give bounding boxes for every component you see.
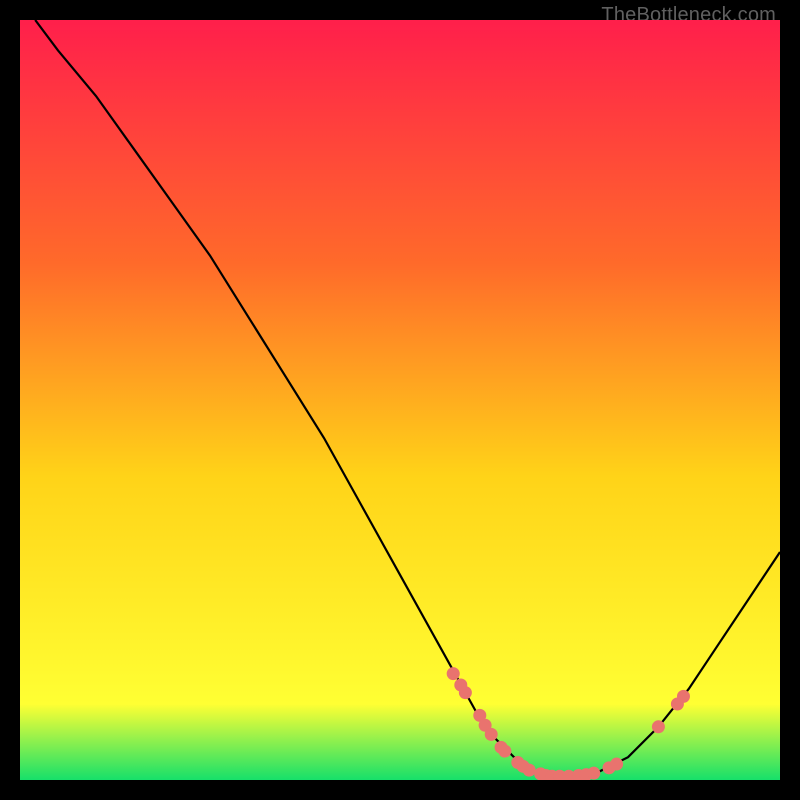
gradient-background [20,20,780,780]
data-dot [587,767,600,780]
data-dot [498,745,511,758]
data-dot [459,686,472,699]
bottleneck-chart [20,20,780,780]
data-dot [652,720,665,733]
data-dot [610,758,623,771]
data-dot [523,764,536,777]
data-dot [677,690,690,703]
data-dot [447,667,460,680]
chart-frame [20,20,780,780]
data-dot [485,728,498,741]
